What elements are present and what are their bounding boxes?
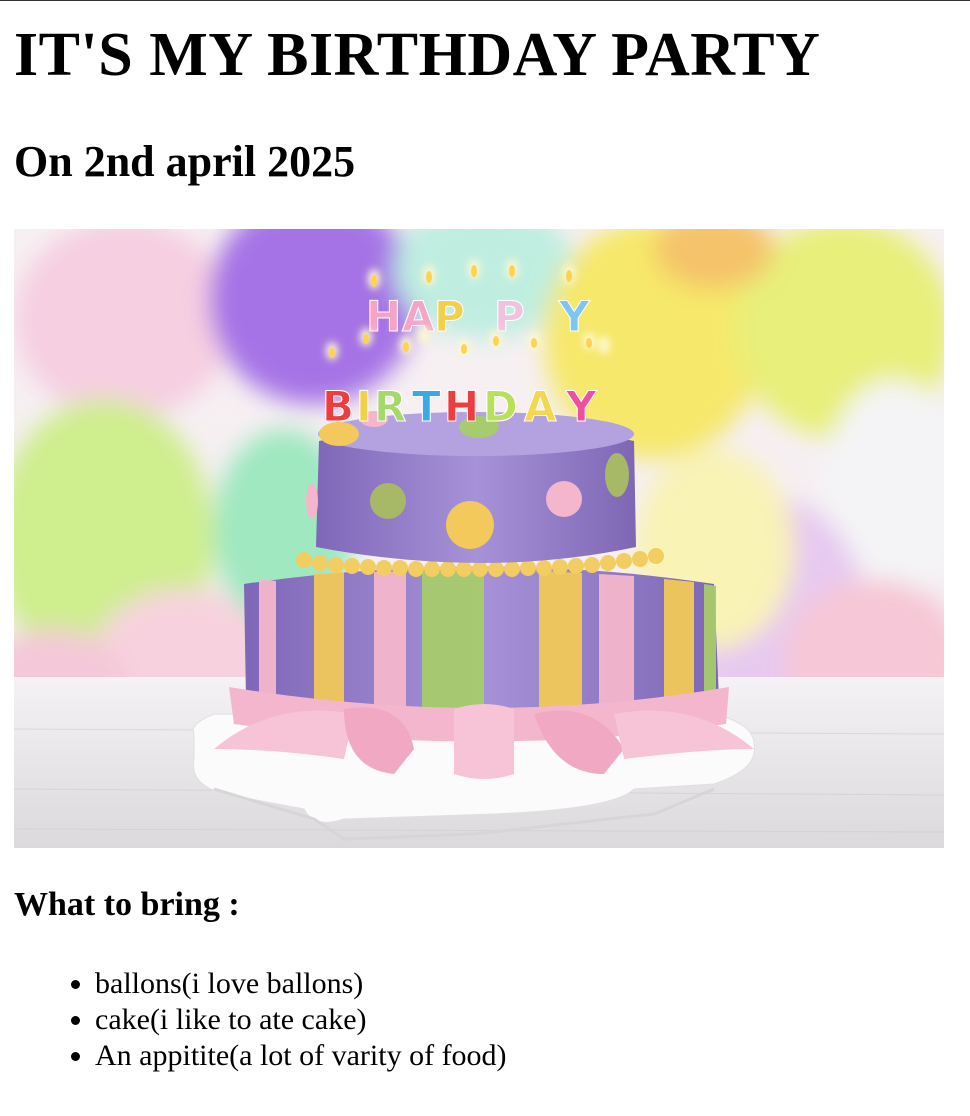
svg-text:Y: Y [558, 292, 590, 341]
svg-text:H: H [444, 382, 479, 431]
bring-list: ballons(i love ballons) cake(i like to a… [14, 966, 507, 1074]
svg-text:Y: Y [565, 382, 597, 431]
page-title: IT'S MY BIRTHDAY PARTY [14, 21, 821, 89]
svg-text:D: D [483, 382, 518, 431]
party-date: On 2nd april 2025 [14, 137, 356, 186]
what-to-bring-heading: What to bring : [14, 886, 240, 923]
list-item: An appitite(a lot of varity of food) [95, 1038, 507, 1074]
list-item: cake(i like to ate cake) [95, 1002, 507, 1038]
top-border [0, 0, 970, 1]
svg-text:R: R [374, 382, 406, 431]
svg-text:A: A [524, 382, 557, 431]
svg-text:B: B [322, 382, 354, 431]
svg-text:P: P [434, 292, 465, 341]
svg-text:I: I [356, 382, 372, 431]
svg-text:T: T [412, 382, 441, 431]
birthday-cake-image: H A P P Y B I R T H D A Y [14, 229, 944, 848]
list-item: ballons(i love ballons) [95, 966, 507, 1002]
